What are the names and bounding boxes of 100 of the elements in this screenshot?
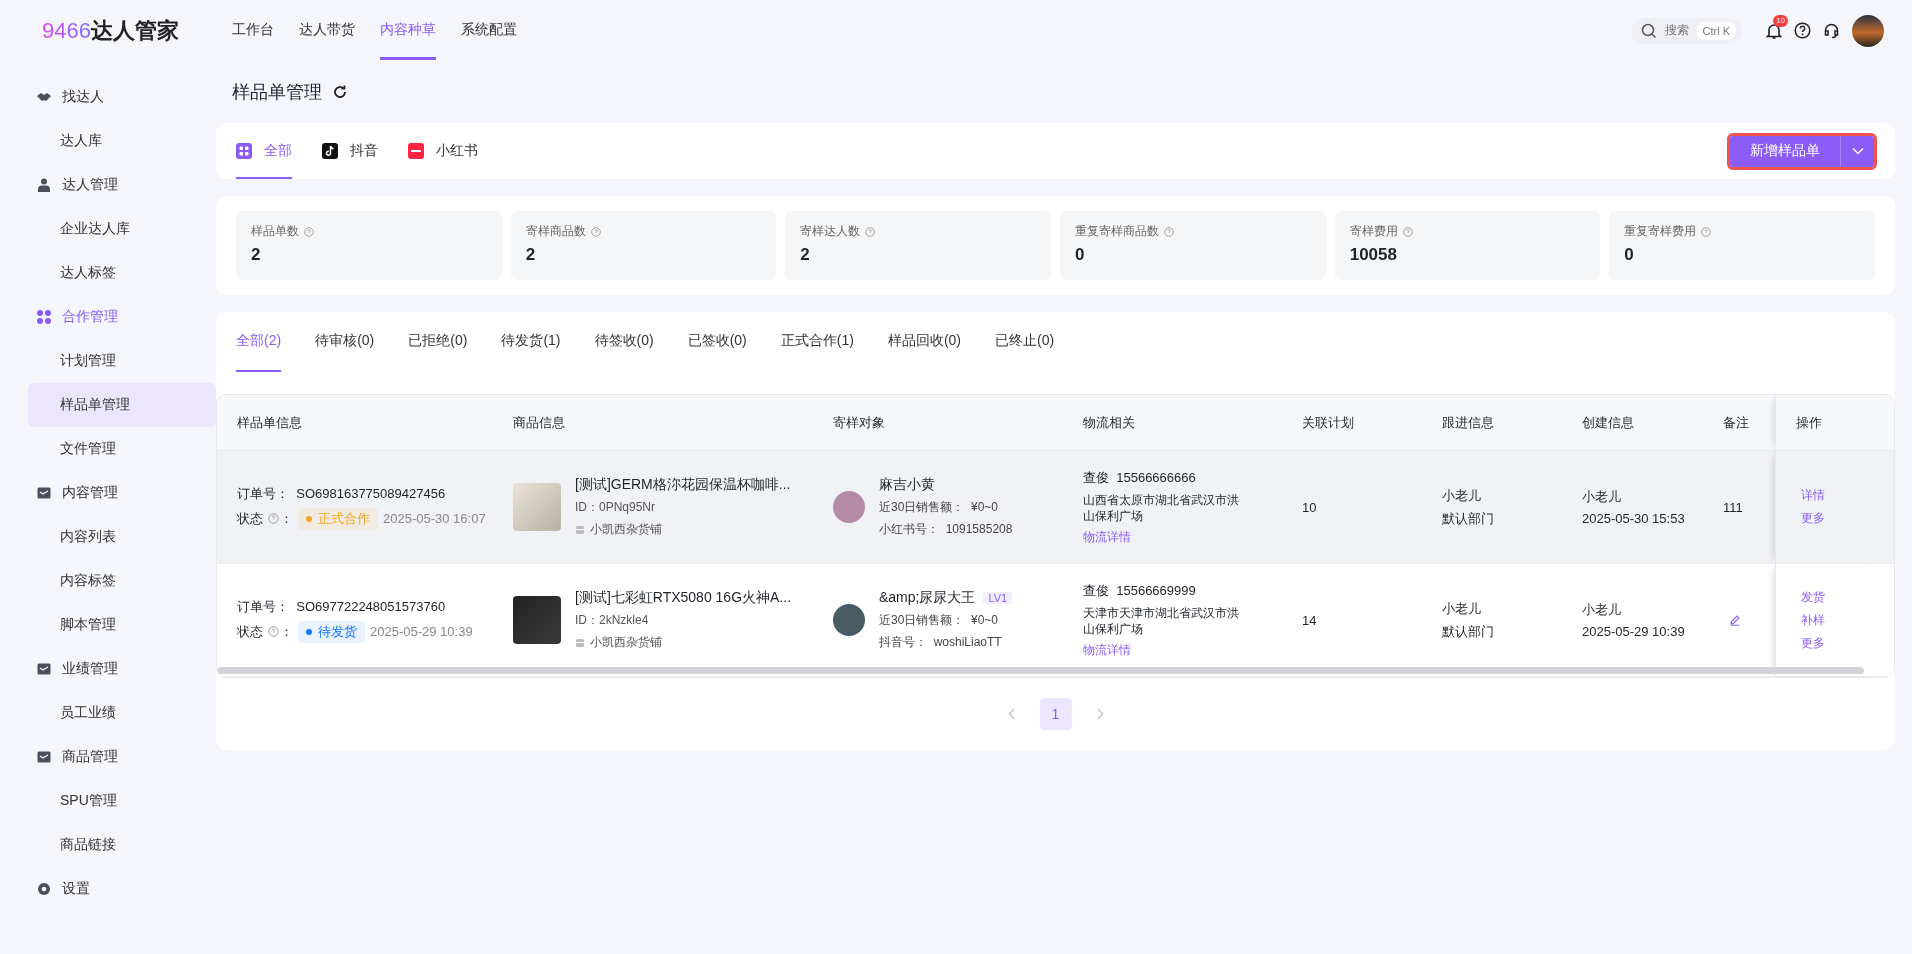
bell-icon[interactable] [1766, 21, 1782, 40]
status-tab[interactable]: 待发货(1) [491, 312, 571, 372]
headset-icon[interactable] [1823, 22, 1840, 39]
stat-value: 0 [1624, 245, 1635, 265]
sidebar-item[interactable]: 计划管理 [28, 339, 216, 383]
sidebar-section[interactable]: 商品管理 [28, 735, 216, 779]
shop-name: 小凯西杂货铺 [590, 634, 662, 651]
action-link[interactable]: 更多 [1801, 634, 1825, 652]
sidebar-section[interactable]: 合作管理 [28, 295, 216, 339]
notification-badge: 10 [1773, 14, 1788, 27]
created-text: 2025-05-30 15:53 [1582, 511, 1685, 526]
order-number: 订单号： SO697722248051573760 [237, 597, 446, 616]
follow-text: 小老儿 [1442, 599, 1481, 618]
stat-value: 0 [1075, 245, 1086, 265]
status-time: 2025-05-30 16:07 [383, 511, 486, 526]
page-title: 样品单管理 [232, 81, 322, 104]
status-text: 待发货 [318, 622, 357, 641]
column-header: 样品单信息 [236, 413, 303, 432]
follow-text: 默认部门 [1442, 509, 1494, 528]
stat-value: 2 [800, 245, 811, 265]
status-tab[interactable]: 待签收(0) [584, 312, 664, 372]
top-nav-item[interactable]: 内容种草 [380, 1, 436, 60]
platform-tab[interactable]: 小红书 [408, 123, 478, 179]
action-link[interactable]: 详情 [1801, 487, 1825, 504]
address-text: 山西省太原市湖北省武汉市洪山保利广场 [1083, 491, 1240, 524]
product-title[interactable]: [测试]七彩虹RTX5080 16G火神A... [575, 589, 792, 607]
sidebar-item[interactable]: 达人标签 [28, 251, 216, 295]
logo: 9466达人管家 [42, 16, 180, 46]
sidebar-item[interactable]: 样品单管理 [28, 383, 216, 427]
sidebar-item[interactable]: 内容列表 [28, 515, 216, 559]
top-nav-item[interactable]: 达人带货 [299, 1, 355, 60]
product-id: ID：0PNq95Nr [575, 499, 656, 516]
shop-icon [575, 524, 585, 535]
status-tab[interactable]: 待审核(0) [305, 312, 385, 372]
platform-tab[interactable]: 全部 [236, 123, 292, 179]
sidebar-item[interactable]: 员工业绩 [28, 691, 216, 735]
shortcut-hint: Ctrl K [1696, 21, 1736, 40]
shop-icon [575, 637, 585, 648]
status-tab[interactable]: 样品回收(0) [877, 312, 971, 372]
account-id: 抖音号： woshiLiaoTT [879, 634, 1002, 651]
status-tab[interactable]: 已拒绝(0) [398, 312, 478, 372]
product-title[interactable]: [测试]GERM格沵花园保温杯咖啡... [575, 476, 791, 494]
sidebar-section[interactable]: 业绩管理 [28, 647, 216, 691]
logistics-link[interactable]: 物流详情 [1083, 528, 1131, 546]
app-logo-icon [408, 143, 424, 159]
help-icon[interactable] [1794, 22, 1811, 39]
status-tab[interactable]: 已签收(0) [677, 312, 757, 372]
action-link[interactable]: 补样 [1801, 611, 1825, 629]
sidebar-item[interactable]: 文件管理 [28, 427, 216, 471]
section-icon [36, 661, 52, 677]
stat-label: 寄样达人数 [800, 223, 861, 240]
action-link[interactable]: 发货 [1801, 588, 1825, 606]
column-header: 寄样对象 [832, 413, 886, 432]
note-text: 111 [1723, 499, 1743, 515]
sidebar-section[interactable]: 内容管理 [28, 471, 216, 515]
column-header: 备注 [1722, 413, 1750, 432]
platform-tab[interactable]: 抖音 [322, 123, 378, 179]
help-icon [1402, 226, 1413, 237]
sidebar-item[interactable]: 商品链接 [28, 823, 216, 867]
help-icon [268, 513, 279, 524]
influencer-name[interactable]: &amp;尿尿大王 [879, 589, 976, 607]
stat-value: 2 [251, 245, 262, 265]
section-icon [36, 309, 52, 325]
influencer-name[interactable]: 麻吉小黄 [879, 476, 935, 494]
top-nav-item[interactable]: 工作台 [232, 1, 274, 60]
status-tab[interactable]: 正式合作(1) [770, 312, 864, 372]
logistics-link[interactable]: 物流详情 [1083, 641, 1131, 659]
sidebar-item[interactable]: SPU管理 [28, 779, 216, 823]
sidebar-section[interactable]: 设置 [28, 867, 216, 911]
help-icon [865, 226, 876, 237]
level-badge: LV1 [983, 592, 1013, 604]
table-row[interactable] [217, 564, 1894, 677]
action-link[interactable]: 更多 [1801, 510, 1825, 527]
product-photo-placeholder [513, 483, 561, 531]
sidebar-section[interactable]: 找达人 [28, 75, 216, 119]
sidebar-item[interactable]: 达人库 [28, 119, 216, 163]
column-header: 创建信息 [1581, 413, 1635, 432]
refresh-icon[interactable] [332, 84, 348, 100]
edit-icon[interactable] [1729, 614, 1741, 626]
avatar-photo-placeholder[interactable] [1852, 14, 1884, 47]
sidebar-item[interactable]: 内容标签 [28, 559, 216, 603]
caret-icon [1851, 147, 1864, 155]
avatar-photo-placeholder [833, 491, 865, 523]
contact-phone: 查俊 15566666666 [1083, 468, 1196, 487]
address-text: 天津市天津市湖北省武汉市洪山保利广场 [1083, 604, 1240, 637]
sidebar-section[interactable]: 达人管理 [28, 163, 216, 207]
top-nav-item[interactable]: 系统配置 [461, 1, 517, 60]
status-tab[interactable]: 全部(2) [236, 312, 282, 372]
search-field[interactable]: 搜索 Ctrl K [1630, 17, 1742, 44]
sidebar-item[interactable]: 企业达人库 [28, 207, 216, 251]
colon-text: ： [280, 622, 293, 641]
status-tab[interactable]: 已终止(0) [985, 312, 1065, 372]
sidebar-item[interactable]: 脚本管理 [28, 603, 216, 647]
new-sample-order-button[interactable]: 新增样品单 [1730, 135, 1840, 167]
created-text: 小老儿 [1582, 601, 1621, 619]
table-row[interactable] [217, 451, 1894, 564]
page-button[interactable]: 1 [1039, 698, 1072, 730]
scrollbar-thumb[interactable] [217, 667, 1864, 674]
column-header: 跟进信息 [1441, 413, 1495, 432]
section-icon [36, 177, 52, 193]
